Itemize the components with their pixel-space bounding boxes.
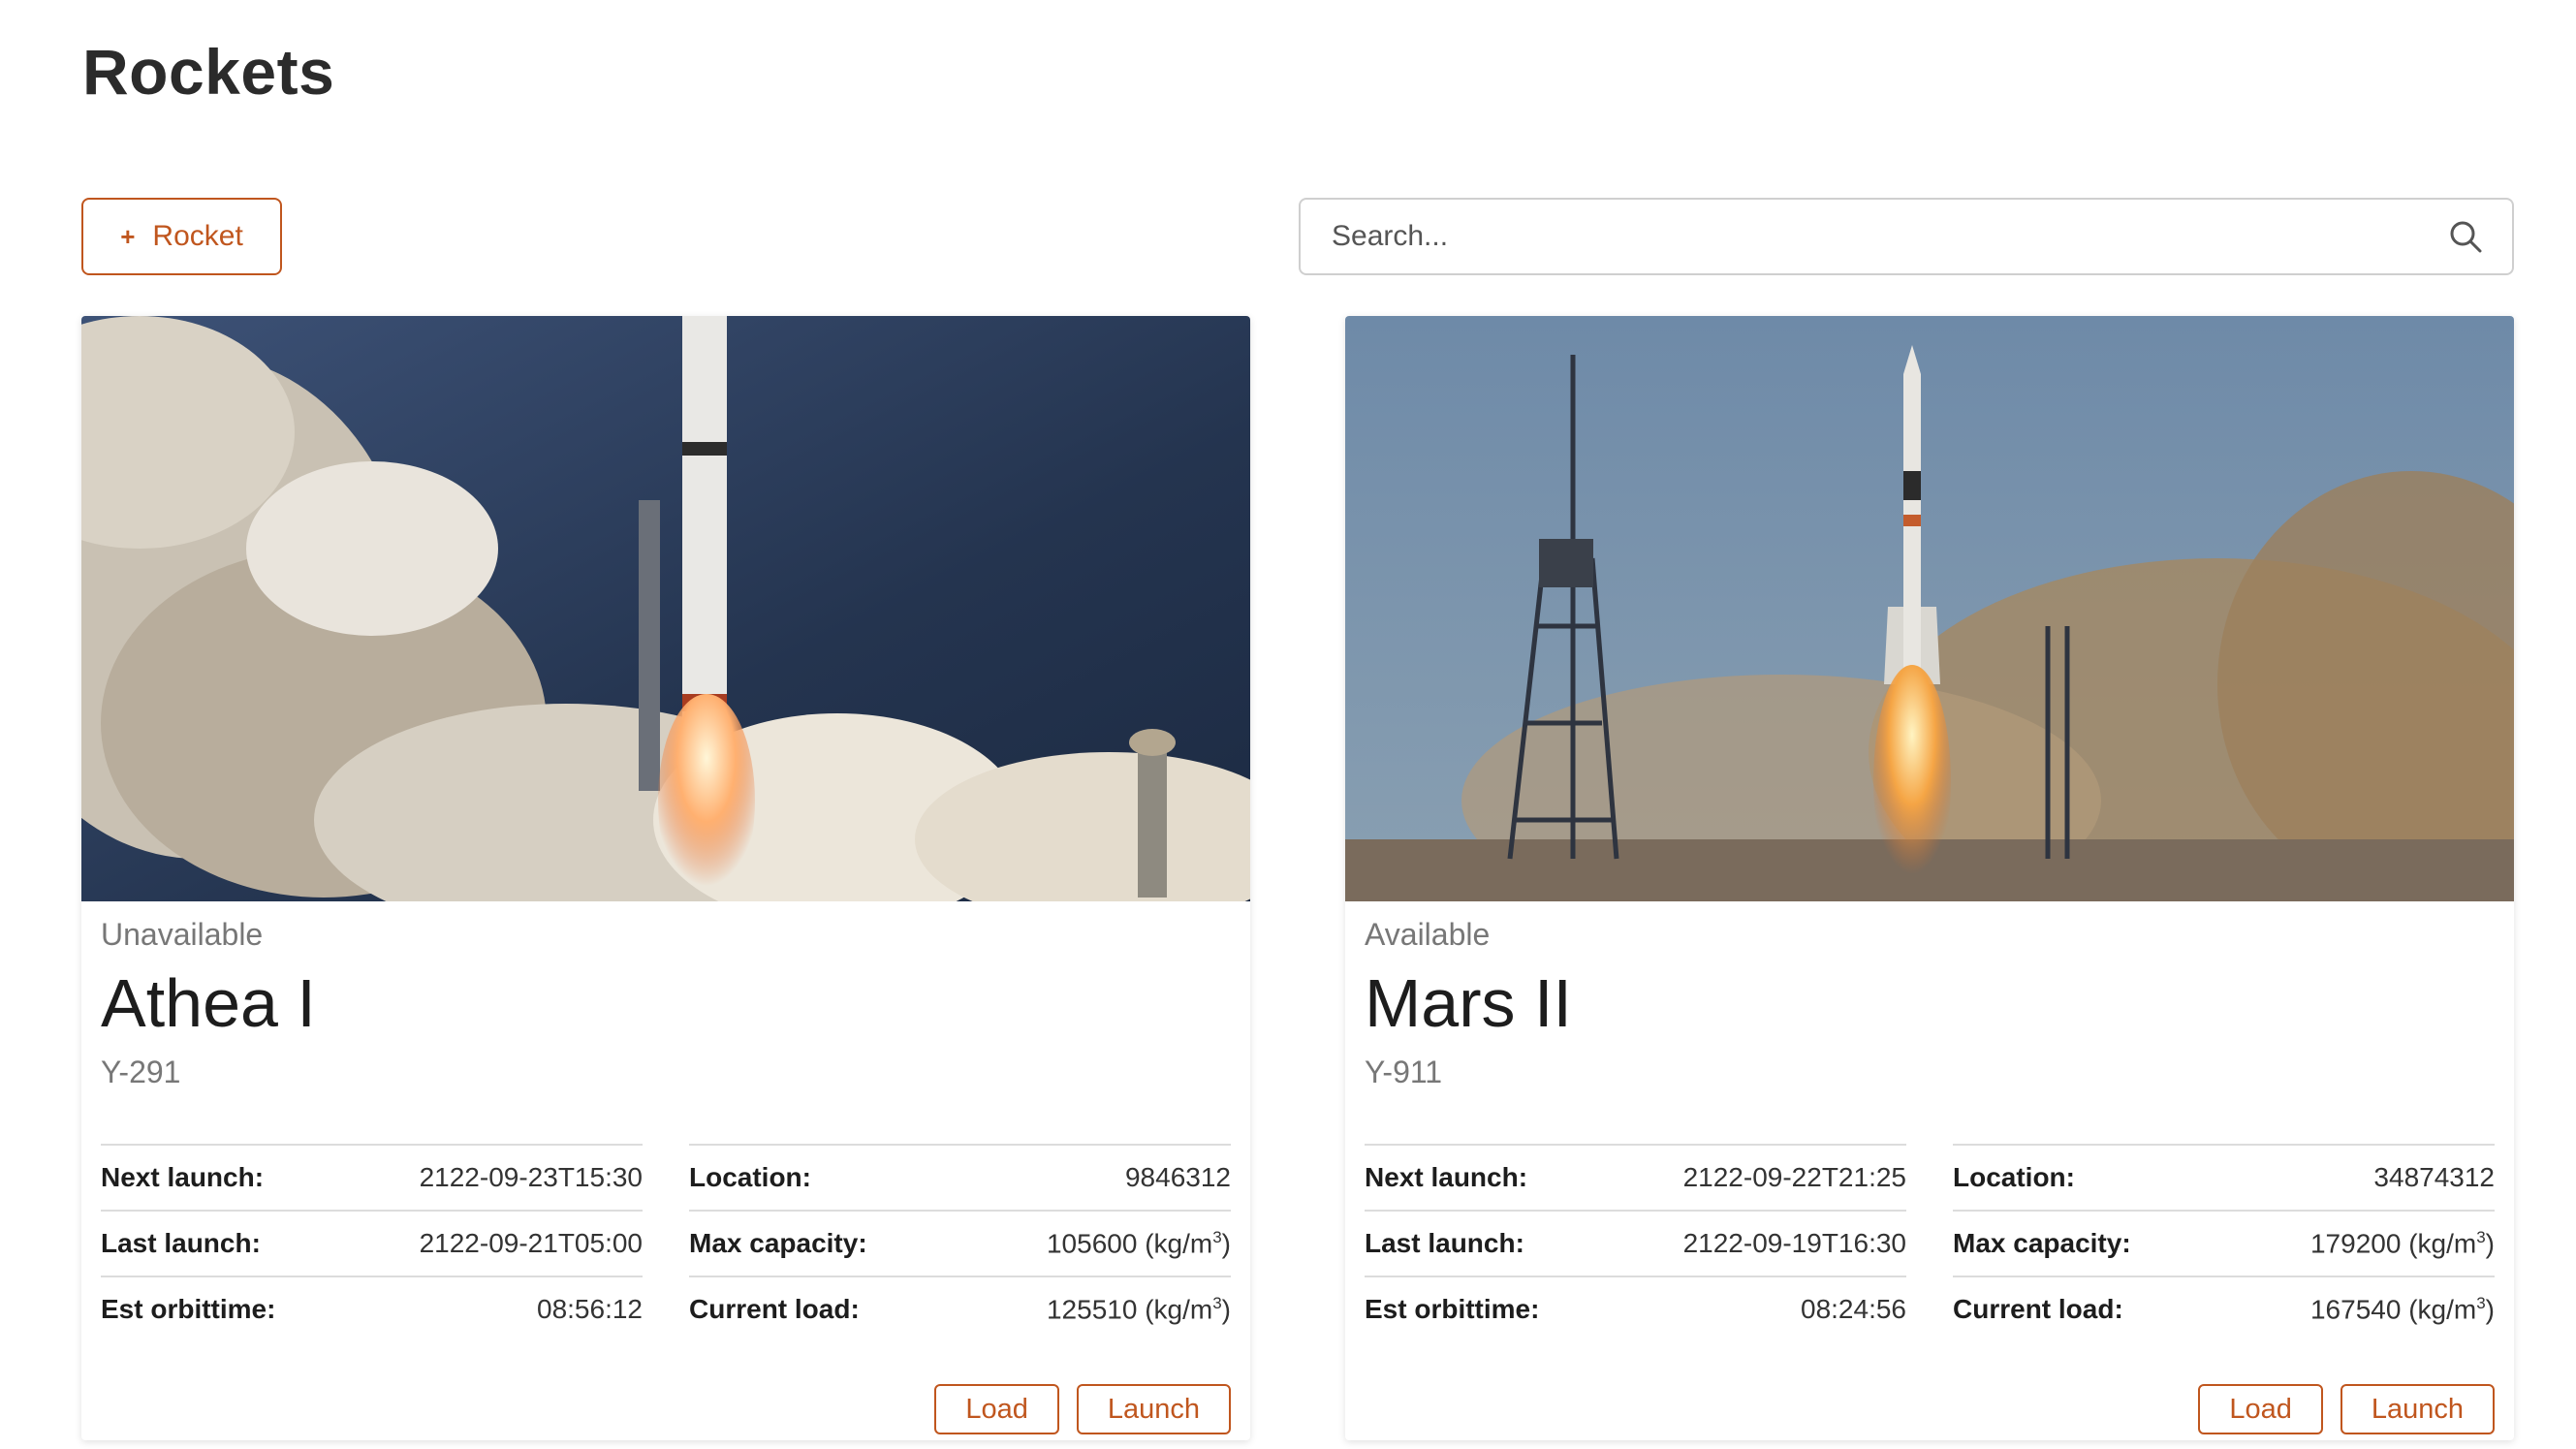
launch-button[interactable]: Launch (2340, 1384, 2495, 1434)
spec-value: 08:56:12 (537, 1294, 643, 1324)
spec-value: 2122-09-21T05:00 (419, 1228, 643, 1258)
spec-column-left: Next launch: 2122-09-23T15:30 Last launc… (101, 1144, 643, 1341)
plus-icon: + (120, 221, 136, 251)
spec-label: Location: (689, 1162, 811, 1192)
load-button[interactable]: Load (2198, 1384, 2323, 1434)
spec-label: Max capacity: (1953, 1228, 2131, 1258)
card-actions: Load Launch (2198, 1384, 2495, 1434)
search-box (1299, 198, 2514, 275)
spec-label: Est orbittime: (1365, 1294, 1540, 1324)
spec-value: 179200 (kg/m3) (2309, 1227, 2495, 1259)
load-button[interactable]: Load (934, 1384, 1059, 1434)
spec-label: Last launch: (1365, 1228, 1524, 1258)
spec-row-location: Location: 9846312 (689, 1144, 1231, 1210)
spec-row-orbittime: Est orbittime: 08:56:12 (101, 1276, 643, 1341)
spec-row-current-load: Current load: 125510 (kg/m3) (689, 1276, 1231, 1341)
page-title: Rockets (82, 36, 335, 108)
status-label: Unavailable (101, 917, 264, 952)
card-actions: Load Launch (934, 1384, 1231, 1434)
spec-row-location: Location: 34874312 (1953, 1144, 2495, 1210)
spec-label: Next launch: (1365, 1162, 1528, 1192)
spec-label: Current load: (689, 1294, 860, 1324)
add-rocket-button[interactable]: + Rocket (81, 198, 282, 275)
spec-value: 2122-09-19T16:30 (1682, 1228, 1906, 1258)
search-input[interactable] (1301, 200, 2446, 273)
spec-value: 105600 (kg/m3) (1046, 1227, 1231, 1259)
status-label: Available (1365, 917, 1491, 952)
add-rocket-label: Rocket (152, 220, 243, 252)
spec-value: 9846312 (1124, 1162, 1231, 1192)
spec-label: Next launch: (101, 1162, 265, 1192)
spec-grid: Next launch: 2122-09-22T21:25 Last launc… (1365, 1144, 2495, 1341)
spec-value: 2122-09-22T21:25 (1682, 1162, 1906, 1192)
spec-column-right: Location: 9846312 Max capacity: 105600 (… (689, 1144, 1231, 1341)
spec-label: Last launch: (101, 1228, 261, 1258)
rocket-name: Mars II (1365, 965, 1572, 1041)
spec-label: Max capacity: (689, 1228, 867, 1258)
spec-label: Location: (1953, 1162, 2075, 1192)
search-icon[interactable] (2446, 217, 2485, 256)
rocket-image (1345, 316, 2514, 901)
spec-column-right: Location: 34874312 Max capacity: 179200 … (1953, 1144, 2495, 1341)
spec-grid: Next launch: 2122-09-23T15:30 Last launc… (101, 1144, 1231, 1341)
spec-row-current-load: Current load: 167540 (kg/m3) (1953, 1276, 2495, 1341)
spec-label: Est orbittime: (101, 1294, 276, 1324)
spec-value: 167540 (kg/m3) (2309, 1293, 2495, 1325)
spec-row-last-launch: Last launch: 2122-09-21T05:00 (101, 1210, 643, 1276)
spec-row-max-capacity: Max capacity: 105600 (kg/m3) (689, 1210, 1231, 1276)
spec-label: Current load: (1953, 1294, 2123, 1324)
spec-row-next-launch: Next launch: 2122-09-22T21:25 (1365, 1144, 1906, 1210)
spec-row-last-launch: Last launch: 2122-09-19T16:30 (1365, 1210, 1906, 1276)
spec-value: 125510 (kg/m3) (1046, 1293, 1231, 1325)
spec-row-orbittime: Est orbittime: 08:24:56 (1365, 1276, 1906, 1341)
spec-row-next-launch: Next launch: 2122-09-23T15:30 (101, 1144, 643, 1210)
rocket-code: Y-291 (101, 1055, 181, 1089)
rocket-card: Available Mars II Y-911 Next launch: 212… (1345, 316, 2514, 1440)
spec-value: 34874312 (2373, 1162, 2495, 1192)
launch-button[interactable]: Launch (1076, 1384, 1231, 1434)
rocket-card: Unavailable Athea I Y-291 Next launch: 2… (81, 316, 1250, 1440)
spec-value: 2122-09-23T15:30 (419, 1162, 643, 1192)
rocket-image (81, 316, 1250, 901)
spec-value: 08:24:56 (1801, 1294, 1906, 1324)
rocket-code: Y-911 (1365, 1055, 1443, 1089)
spec-column-left: Next launch: 2122-09-22T21:25 Last launc… (1365, 1144, 1906, 1341)
rocket-name: Athea I (101, 965, 316, 1041)
spec-row-max-capacity: Max capacity: 179200 (kg/m3) (1953, 1210, 2495, 1276)
